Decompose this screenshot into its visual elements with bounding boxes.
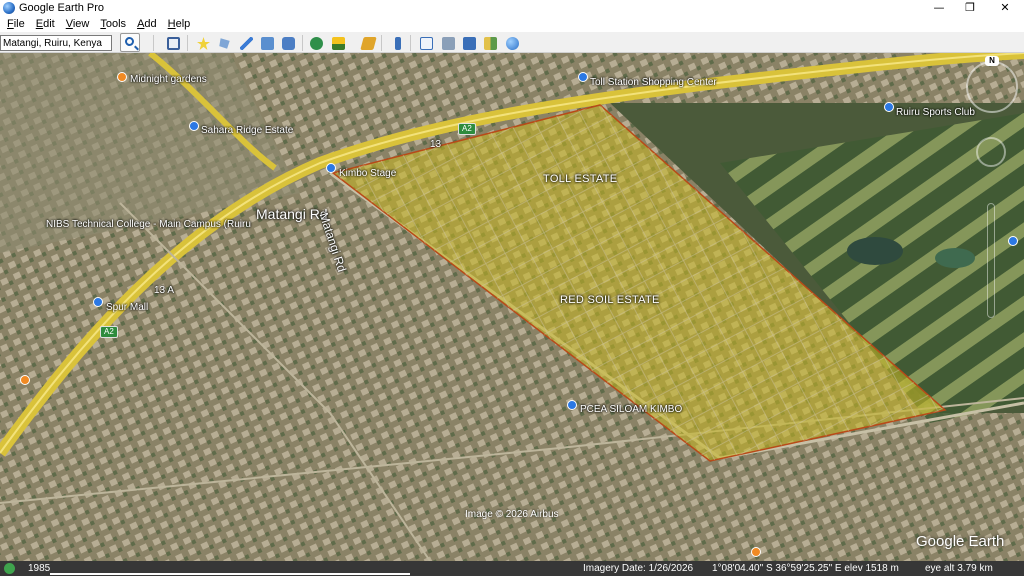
label-ruiru-sports: Ruiru Sports Club [896,107,975,118]
midnight-gardens-pin-icon[interactable] [117,72,127,82]
email-button[interactable] [416,34,435,52]
kimbo-stage-pin-icon[interactable] [326,163,336,173]
status-bar: 1985 Imagery Date: 1/26/2026 1°08'04.40"… [0,561,1024,576]
search-input[interactable] [0,35,112,51]
orange-pin-icon[interactable] [20,375,30,385]
map-view[interactable]: Midnight gardens Sahara Ridge Estate NIB… [0,53,1024,561]
planets-button[interactable] [358,34,377,52]
toll-station-pin-icon[interactable] [578,72,588,82]
menu-tools[interactable]: Tools [100,16,126,32]
satellite-imagery [0,53,1024,561]
ruiru-sports-pin-icon[interactable] [884,102,894,112]
zoom-slider[interactable] [987,203,995,318]
label-spur-mall: Spur Mall [106,302,149,313]
close-button[interactable]: ✕ [988,0,1022,16]
email-icon [420,37,433,50]
earth-view-icon [506,37,519,50]
toolbar [0,32,1024,53]
image-credit: Image © 2026 Airbus [465,509,559,520]
blue-pin-icon[interactable] [1008,236,1018,246]
imagery-date: Imagery Date: 1/26/2026 [583,563,694,574]
title-bar: Google Earth Pro — ❐ ✕ [0,0,1024,16]
polygon-icon [219,38,230,49]
add-polygon-button[interactable] [214,34,233,52]
spur-mall-pin-icon[interactable] [93,297,103,307]
toolbar-separator [381,35,382,51]
ruler-button[interactable] [388,34,407,52]
road-sign-a2: A2 [100,326,118,338]
google-earth-watermark: Google Earth [916,533,1005,550]
historical-imagery-icon [310,37,323,50]
toolbar-separator [153,35,154,51]
tour-icon [282,37,295,50]
compass-control[interactable] [966,61,1018,113]
menu-add[interactable]: Add [137,16,157,32]
add-overlay-button[interactable] [257,34,276,52]
sidebar-toggle-icon [167,37,180,50]
timeline-slider[interactable] [50,573,410,575]
overlay-icon [261,37,274,50]
menu-edit[interactable]: Edit [36,16,55,32]
label-red-soil-estate: RED SOIL ESTATE [560,294,660,306]
sunlight-button[interactable] [328,34,347,52]
window-title: Google Earth Pro [19,2,104,14]
menu-bar: File Edit View Tools Add Help [0,16,1024,32]
google-earth-icon [3,2,15,14]
cursor-coordinates: 1°08'04.40" S 36°59'25.25" E elev 1518 m [712,563,899,574]
print-button[interactable] [438,34,457,52]
label-kimbo-stage: Kimbo Stage [339,168,397,179]
label-toll-estate: TOLL ESTATE [543,173,618,185]
maps-icon [484,37,497,50]
label-road-13: 13 [430,139,442,150]
print-icon [442,37,455,50]
save-image-button[interactable] [459,34,478,52]
menu-view[interactable]: View [66,16,90,32]
placemark-icon [197,37,210,50]
save-image-icon [463,37,476,50]
label-sahara-ridge: Sahara Ridge Estate [201,125,294,136]
toolbar-separator [302,35,303,51]
planets-icon [360,37,377,50]
label-toll-station: Toll Station Shopping Center [590,77,717,88]
eye-altitude: eye alt 3.79 km [925,563,993,574]
historical-imagery-icon[interactable] [4,563,15,574]
orange-pin-icon[interactable] [751,547,761,557]
record-tour-button[interactable] [278,34,297,52]
historical-imagery-button[interactable] [306,34,325,52]
road-sign-a2: A2 [458,123,476,135]
view-in-maps-button[interactable] [480,34,499,52]
label-nibs: NIBS Technical College - Main Campus (Ru… [46,219,251,230]
label-midnight-gardens: Midnight gardens [130,74,207,85]
pcea-pin-icon[interactable] [567,400,577,410]
look-joystick[interactable] [976,137,1006,167]
menu-file[interactable]: File [7,16,25,32]
north-indicator[interactable]: N [985,56,999,66]
sidebar-toggle-button[interactable] [163,34,182,52]
sahara-ridge-pin-icon[interactable] [189,121,199,131]
toolbar-separator [187,35,188,51]
sunlight-icon [332,37,345,50]
path-icon [240,37,253,50]
search-button[interactable] [120,33,140,52]
label-road-13a: 13 A [154,285,175,296]
ruler-icon [395,37,401,50]
earth-view-button[interactable] [502,34,521,52]
timeline-year: 1985 [28,563,51,574]
menu-help[interactable]: Help [168,16,191,32]
toolbar-separator [410,35,411,51]
maximize-button[interactable]: ❐ [953,0,987,16]
add-path-button[interactable] [236,34,255,52]
search-icon [125,37,134,46]
minimize-button[interactable]: — [922,0,956,16]
add-placemark-button[interactable] [193,34,212,52]
label-pcea: PCEA SILOAM KIMBO [580,404,683,415]
